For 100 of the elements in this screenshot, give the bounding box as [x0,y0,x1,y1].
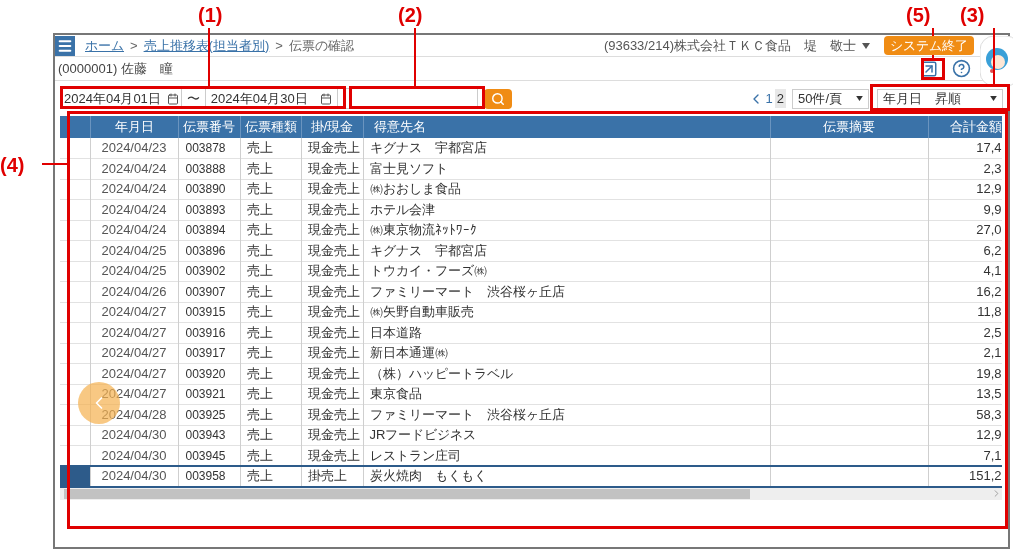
column-header[interactable]: 伝票番号 [183,119,235,134]
table-cell: 2,1 [983,345,1002,361]
table-cell: 151,2 [968,468,1002,484]
table-cell: 003920 [185,366,226,381]
table-row[interactable]: 2024/04/23 003878 売上 現金売上 キグナス 宇都宮店 17,4 [60,138,1002,159]
calendar-icon [319,92,332,105]
person-name: (0000001) 佐藤 瞳 [58,59,173,78]
table-cell: 2024/04/26 [101,283,167,299]
table-cell: 2024/04/27 [101,345,167,361]
table-row[interactable]: 2024/04/24 003890 売上 現金売上 ㈱おおしま食品 12,9 [60,179,1002,200]
column-header[interactable]: 伝票種類 [244,119,297,134]
table-cell: 売上 [246,406,273,422]
column-header[interactable]: 年月日 [114,119,154,134]
table-cell: 003917 [185,346,226,361]
table-cell: 003907 [185,284,226,299]
leader-line [993,28,995,84]
table-cell: 003943 [185,428,226,443]
table-cell: 12,9 [976,181,1002,197]
date-field[interactable]: 2024年04月01日 [61,88,182,109]
search-field[interactable] [344,88,478,109]
table-cell: 現金売上 [307,427,360,443]
help-icon[interactable] [952,59,971,78]
table-row[interactable]: 2024/04/27 003920 売上 現金売上 （株）ハッピートラベル 19,8 [60,363,1002,384]
page-link[interactable]: 1 [763,88,775,109]
table-cell: 27,0 [976,222,1002,238]
table-row[interactable]: 2024/04/24 003893 売上 現金売上 ホテル会津 9,9 [60,199,1002,220]
table-cell: 現金売上 [307,242,360,258]
table-row[interactable]: 2024/04/30 003945 売上 現金売上 レストラン庄司 7,1 [60,445,1002,466]
table-cell: 売上 [246,242,273,258]
table-cell: 2024/04/25 [101,242,167,258]
table-cell: 現金売上 [307,283,360,299]
table-cell: 003915 [185,305,226,320]
column-header[interactable]: 伝票摘要 [823,119,875,134]
column-header[interactable]: 合計金額 [949,119,1002,134]
search-icon [490,91,505,106]
page-size-select[interactable]: 50件/頁 [792,88,869,109]
table-cell: ㈱矢野自動車販売 [369,304,474,320]
table-cell: 新日本通運㈱ [369,345,448,361]
column-header[interactable]: 掛/現金 [310,119,354,134]
scrollbar-thumb[interactable] [64,488,750,499]
page-title: 伝票の確認 [288,36,354,55]
table-cell: 4,1 [983,263,1002,279]
table-cell: 003916 [185,325,226,340]
table-cell: 売上 [246,160,273,176]
table-cell: ㈱東京物流ﾈｯﾄﾜｰｸ [369,222,477,238]
table-cell: 2,3 [983,160,1002,176]
table-cell: 19,8 [976,365,1002,381]
table-cell: 売上 [246,427,273,443]
table-cell: 2024/04/27 [101,365,167,381]
callout-label: (5) [906,3,931,28]
table-row[interactable]: 2024/04/30 003958 売上 掛売上 炭火焼肉 もくもく 151,2 [60,466,1002,487]
search-button[interactable] [483,88,512,109]
table-cell: 売上 [246,283,273,299]
callout-label: (3) [960,3,985,28]
menu-button[interactable] [55,35,75,56]
table-cell: 日本道路 [369,324,422,340]
table-cell: キグナス 宇都宮店 [369,140,487,155]
caret-icon [862,42,870,49]
sort-select[interactable]: 年月日 昇順 [877,88,1003,109]
breadcrumb-link[interactable]: ホーム [85,35,124,56]
table-cell: 現金売上 [307,201,360,217]
column-header[interactable]: 得意先名 [373,119,426,134]
breadcrumb-separator: > [275,36,283,55]
table-row[interactable]: 2024/04/30 003943 売上 現金売上 JRフードビジネス 12,9 [60,425,1002,446]
table-cell: 掛売上 [307,468,347,484]
table-cell: 現金売上 [307,160,360,176]
table-cell: 売上 [246,222,273,238]
table-cell: 13,5 [976,386,1002,402]
table-cell: 売上 [246,304,273,320]
table-row[interactable]: 2024/04/25 003902 売上 現金売上 トウカイ・フーズ㈱ 4,1 [60,261,1002,282]
user-menu[interactable]: (93633/214)株式会社ＴＫＣ食品 堤 敬士 [603,35,870,56]
table-cell: 003921 [185,387,226,402]
table-cell: 9,9 [983,201,1002,217]
table-cell: 現金売上 [307,304,360,320]
table-row[interactable]: 2024/04/25 003896 売上 現金売上 キグナス 宇都宮店 6,2 [60,240,1002,261]
table-row[interactable]: 2024/04/26 003907 売上 現金売上 ファミリーマート 渋谷桜ヶ丘店 16,2 [60,281,1002,302]
leader-line [42,163,67,165]
table-row[interactable]: 2024/04/27 003916 売上 現金売上 日本道路 2,5 [60,322,1002,343]
table-cell: 2024/04/30 [101,447,167,463]
breadcrumb-separator: > [130,36,138,55]
caret-icon [990,96,997,101]
assistant-avatar-icon[interactable] [980,36,1013,86]
table-cell: 現金売上 [307,406,360,422]
table-cell: 現金売上 [307,222,360,238]
table-cell: 003890 [185,182,226,197]
page-link[interactable]: 2 [774,88,786,109]
table-cell: JRフードビジネス [369,427,477,443]
table-cell: ホテル会津 [369,201,435,217]
table-cell: トウカイ・フーズ㈱ [369,263,487,279]
table-cell: 富士見ソフト [369,160,448,176]
table-row[interactable]: 2024/04/27 003915 売上 現金売上 ㈱矢野自動車販売 11,8 [60,302,1002,323]
table-row[interactable]: 2024/04/27 003917 売上 現金売上 新日本通運㈱ 2,1 [60,343,1002,364]
date-field[interactable]: 2024年04月30日 [204,88,338,109]
table-cell: 58,3 [976,406,1002,422]
table-row[interactable]: 2024/04/24 003888 売上 現金売上 富士見ソフト 2,3 [60,158,1002,179]
table-row[interactable]: 2024/04/24 003894 売上 現金売上 ㈱東京物流ﾈｯﾄﾜｰｸ 27,0 [60,220,1002,241]
table-cell: 003878 [185,141,226,155]
table-cell: 2024/04/24 [101,222,167,238]
table-cell: 現金売上 [307,140,360,155]
highlight-frame [921,58,945,80]
